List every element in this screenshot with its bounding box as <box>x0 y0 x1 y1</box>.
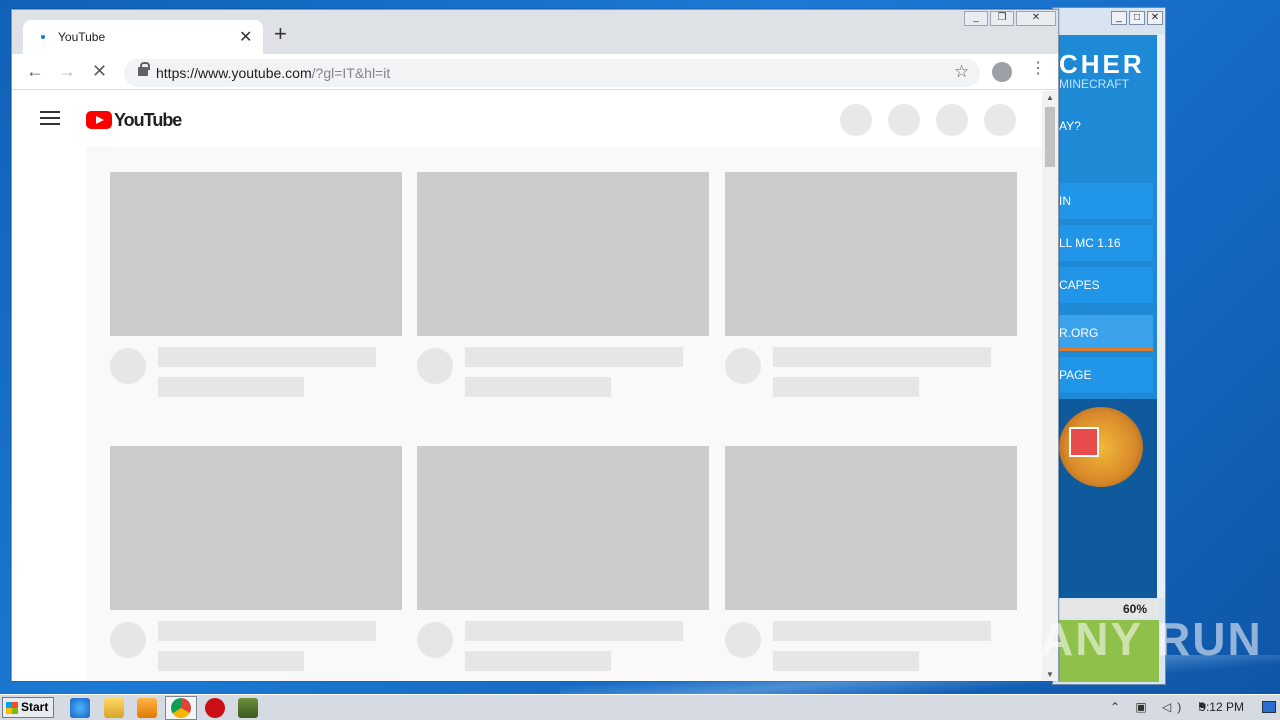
thumbnail-placeholder <box>417 172 709 336</box>
launcher-scrollbar[interactable] <box>1157 35 1165 598</box>
video-card-skeleton[interactable] <box>110 446 402 671</box>
youtube-play-icon <box>86 111 112 129</box>
system-tray-icons[interactable]: ⌃ ▣ ◁) ⚑ <box>1110 700 1213 714</box>
new-tab-button[interactable]: + <box>274 23 287 45</box>
back-button[interactable]: ← <box>26 60 44 82</box>
taskbar: Start ⌃ ▣ ◁) ⚑ 9:12 PM <box>0 694 1280 720</box>
meta-placeholder <box>773 377 919 397</box>
thumbnail-placeholder <box>725 446 1017 610</box>
forward-button[interactable]: → <box>58 60 76 82</box>
youtube-logo[interactable]: YouTube <box>86 109 182 130</box>
loading-spinner-icon <box>41 35 45 39</box>
close-window-button[interactable]: ✕ <box>1016 11 1056 26</box>
restore-button[interactable]: ❐ <box>990 11 1014 26</box>
url-text[interactable]: https://www.youtube.com/?gl=IT&hl=it <box>156 65 390 81</box>
header-placeholder-icon[interactable] <box>936 104 968 136</box>
video-card-skeleton[interactable] <box>417 172 709 397</box>
launcher-item-capes[interactable]: CAPES <box>1059 267 1153 303</box>
show-desktop-icon[interactable] <box>1262 701 1276 713</box>
launcher-titlebar[interactable]: _ □ ✕ <box>1053 8 1165 28</box>
header-placeholder-icon[interactable] <box>840 104 872 136</box>
channel-avatar-placeholder <box>417 622 453 658</box>
folder-icon[interactable] <box>104 698 124 718</box>
title-placeholder <box>158 347 376 367</box>
launcher-subtitle: MINECRAFT <box>1059 77 1129 91</box>
chrome-menu-icon[interactable]: ⋮ <box>1030 61 1046 77</box>
launcher-item-website[interactable]: R.ORG <box>1059 315 1153 351</box>
title-placeholder <box>465 347 683 367</box>
clock[interactable]: 9:12 PM <box>1199 700 1244 714</box>
scrollbar-thumb[interactable] <box>1045 107 1055 167</box>
meta-placeholder <box>158 377 304 397</box>
chrome-window: YouTube ✕ + _ ❐ ✕ ← → ✕ https://www.yout… <box>11 9 1059 681</box>
video-card-skeleton[interactable] <box>725 446 1017 671</box>
channel-avatar-placeholder <box>725 348 761 384</box>
channel-avatar-placeholder <box>725 622 761 658</box>
close-tab-icon[interactable]: ✕ <box>239 27 252 47</box>
chrome-icon[interactable] <box>171 698 191 718</box>
launcher-content: CHER MINECRAFT AY? IN LL MC 1.16 CAPES R… <box>1059 35 1159 598</box>
header-placeholder-icon[interactable] <box>984 104 1016 136</box>
launcher-item-login[interactable]: IN <box>1059 183 1153 219</box>
title-placeholder <box>773 347 991 367</box>
bookmark-star-icon[interactable]: ☆ <box>954 62 969 82</box>
thumbnail-placeholder <box>110 446 402 610</box>
channel-avatar-placeholder <box>417 348 453 384</box>
video-feed <box>86 147 1042 681</box>
youtube-logo-text: YouTube <box>114 109 182 130</box>
meta-placeholder <box>773 651 919 671</box>
launcher-close-button[interactable]: ✕ <box>1147 11 1163 25</box>
opera-icon[interactable] <box>205 698 225 718</box>
launcher-minimize-button[interactable]: _ <box>1111 11 1127 25</box>
meta-placeholder <box>158 651 304 671</box>
meta-placeholder <box>465 651 611 671</box>
media-player-icon[interactable] <box>137 698 157 718</box>
start-button[interactable]: Start <box>2 697 54 718</box>
launcher-item-install[interactable]: LL MC 1.16 <box>1059 225 1153 261</box>
tab-title: YouTube <box>58 30 106 44</box>
launcher-artwork <box>1059 399 1159 598</box>
channel-avatar-placeholder <box>110 622 146 658</box>
minecraft-launcher-window[interactable]: _ □ ✕ CHER MINECRAFT AY? IN LL MC 1.16 C… <box>1052 7 1166 685</box>
title-placeholder <box>158 621 376 641</box>
channel-avatar-placeholder <box>110 348 146 384</box>
stop-loading-button[interactable]: ✕ <box>92 60 107 82</box>
url-host: https://www.youtube.com <box>156 65 312 81</box>
minimize-button[interactable]: _ <box>964 11 988 26</box>
meta-placeholder <box>465 377 611 397</box>
hamburger-menu-icon[interactable] <box>40 111 60 129</box>
video-card-skeleton[interactable] <box>725 172 1017 397</box>
tab-youtube[interactable]: YouTube ✕ <box>23 20 263 54</box>
title-placeholder <box>465 621 683 641</box>
anyrun-watermark: ANY RUN <box>1040 613 1263 665</box>
scroll-up-icon[interactable]: ▲ <box>1046 93 1054 102</box>
launcher-question: AY? <box>1059 119 1081 133</box>
minecraft-icon[interactable] <box>238 698 258 718</box>
lock-icon <box>138 62 150 76</box>
scroll-down-icon[interactable]: ▼ <box>1046 670 1054 679</box>
title-placeholder <box>773 621 991 641</box>
launcher-title: CHER <box>1059 49 1145 79</box>
video-card-skeleton[interactable] <box>110 172 402 397</box>
window-controls: _ ❐ ✕ <box>964 11 1056 26</box>
browser-toolbar: ← → ✕ https://www.youtube.com/?gl=IT&hl=… <box>12 54 1058 90</box>
url-query: /?gl=IT&hl=it <box>311 65 391 81</box>
address-bar[interactable]: https://www.youtube.com/?gl=IT&hl=it ☆ <box>124 59 980 87</box>
thumbnail-placeholder <box>110 172 402 336</box>
tab-strip: YouTube ✕ + _ ❐ ✕ <box>12 10 1058 54</box>
thumbnail-placeholder <box>417 446 709 610</box>
cake-block-image <box>1069 427 1099 457</box>
youtube-header: YouTube <box>12 91 1042 147</box>
profile-avatar-icon[interactable] <box>992 62 1012 82</box>
launcher-maximize-button[interactable]: □ <box>1129 11 1145 25</box>
launcher-item-page[interactable]: PAGE <box>1059 357 1153 393</box>
internet-explorer-icon[interactable] <box>70 698 90 718</box>
thumbnail-placeholder <box>725 172 1017 336</box>
header-placeholder-icon[interactable] <box>888 104 920 136</box>
page-viewport: YouTube <box>12 91 1042 681</box>
page-scrollbar[interactable]: ▲ ▼ <box>1042 91 1058 681</box>
video-card-skeleton[interactable] <box>417 446 709 671</box>
